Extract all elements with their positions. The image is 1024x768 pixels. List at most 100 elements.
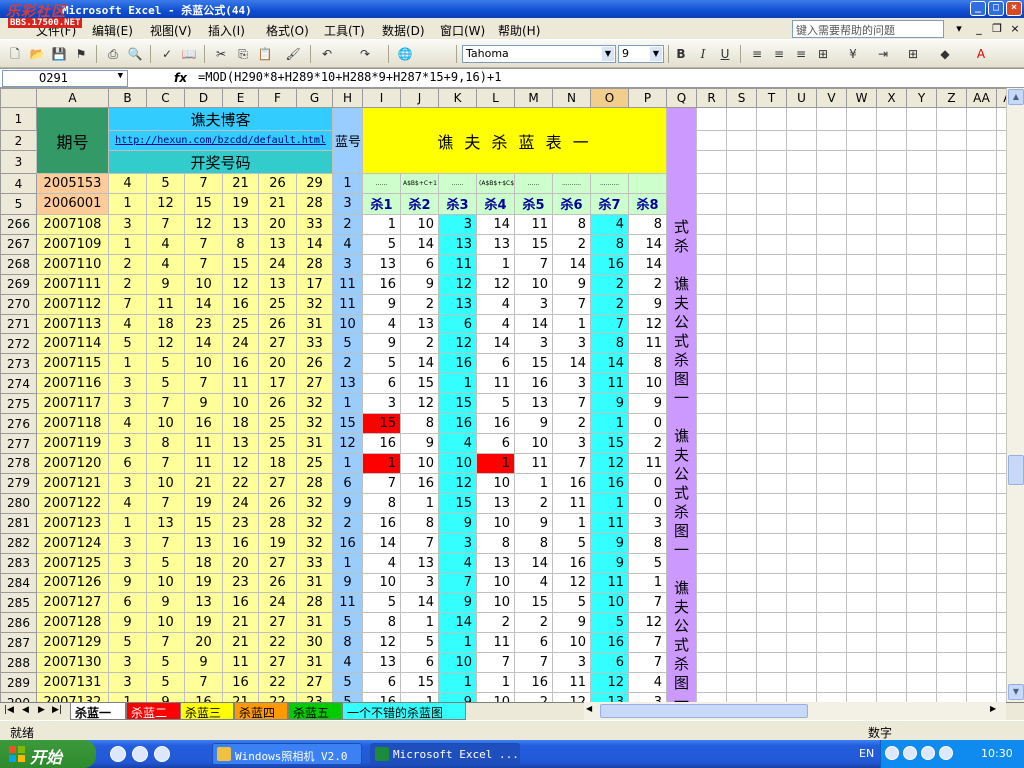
kill-value-cell[interactable]: 10	[476, 692, 515, 702]
empty-cell[interactable]	[786, 293, 817, 315]
empty-cell[interactable]	[876, 612, 907, 634]
empty-cell[interactable]	[786, 692, 817, 702]
empty-cell[interactable]	[966, 572, 997, 594]
kill-value-cell[interactable]: 6	[400, 253, 439, 275]
kill-value-cell[interactable]: 13	[476, 552, 515, 574]
kill-value-cell[interactable]: 13	[362, 652, 401, 674]
kill-value-cell[interactable]: 12	[400, 393, 439, 415]
period-cell[interactable]: 2007109	[36, 233, 109, 255]
empty-cell[interactable]	[966, 173, 997, 194]
empty-cell[interactable]	[996, 492, 1006, 514]
draw-number-cell[interactable]: 31	[296, 652, 333, 674]
empty-cell[interactable]	[936, 472, 967, 494]
kill-value-cell[interactable]: 6	[400, 652, 439, 674]
kill-value-cell[interactable]: 1	[400, 612, 439, 634]
kill-value-cell[interactable]: 8	[628, 532, 667, 554]
kill-value-cell[interactable]: 1	[552, 512, 591, 534]
draw-number-cell[interactable]: 25	[258, 433, 297, 454]
empty-cell[interactable]	[906, 273, 937, 295]
kill-value-cell[interactable]: 10	[400, 453, 439, 474]
scroll-thumb[interactable]	[1008, 455, 1024, 485]
empty-cell[interactable]	[996, 612, 1006, 634]
column-header-h[interactable]: H	[332, 88, 363, 108]
kill-value-cell[interactable]: 5	[362, 592, 401, 614]
kill-value-cell[interactable]: 1	[400, 692, 439, 702]
empty-cell[interactable]	[756, 173, 787, 194]
kill-value-cell[interactable]: 7	[628, 592, 667, 614]
kill-value-cell[interactable]: 1	[476, 672, 515, 694]
row-header[interactable]: 282	[0, 532, 37, 554]
kill-value-cell[interactable]: 2	[590, 273, 629, 295]
empty-cell[interactable]	[756, 512, 787, 534]
draw-number-cell[interactable]: 28	[296, 192, 333, 215]
empty-cell[interactable]	[726, 632, 757, 654]
kill-value-cell[interactable]: 11	[438, 253, 477, 275]
column-header-p[interactable]: P	[628, 88, 667, 108]
draw-number-cell[interactable]: 19	[258, 532, 297, 554]
blue-number-header[interactable]: 蓝号	[332, 106, 363, 175]
kill-value-cell[interactable]: 13	[362, 253, 401, 275]
empty-cell[interactable]	[906, 149, 937, 175]
kill-value-cell[interactable]: 8	[362, 492, 401, 514]
formula-hint-cell[interactable]: A$B$+C+1	[400, 173, 439, 194]
empty-cell[interactable]	[876, 173, 907, 194]
empty-cell[interactable]	[966, 253, 997, 275]
empty-cell[interactable]	[876, 672, 907, 694]
kill-value-cell[interactable]: 7	[552, 393, 591, 415]
draw-number-cell[interactable]: 3	[108, 552, 147, 574]
merge-center-icon[interactable]: ⊞	[814, 46, 832, 62]
kill-value-cell[interactable]: 9	[438, 692, 477, 702]
kill-value-cell[interactable]: 16	[400, 472, 439, 494]
empty-cell[interactable]	[906, 692, 937, 702]
empty-cell[interactable]	[816, 149, 847, 175]
empty-cell[interactable]	[966, 692, 997, 702]
period-cell[interactable]: 2007114	[36, 333, 109, 355]
empty-cell[interactable]	[966, 233, 997, 255]
empty-cell[interactable]	[726, 472, 757, 494]
period-cell[interactable]: 2007117	[36, 393, 109, 415]
menu-tools[interactable]: 工具(T)	[324, 22, 365, 39]
kill-value-cell[interactable]: 3	[362, 393, 401, 415]
draw-number-cell[interactable]: 21	[184, 472, 223, 494]
kill-value-cell[interactable]: 12	[590, 453, 629, 474]
draw-number-cell[interactable]: 10	[146, 612, 185, 634]
kill-value-cell[interactable]: 16	[476, 413, 515, 435]
empty-cell[interactable]	[906, 353, 937, 375]
empty-cell[interactable]	[696, 353, 727, 375]
fx-icon[interactable]: fx	[174, 71, 187, 85]
empty-cell[interactable]	[786, 373, 817, 395]
empty-cell[interactable]	[756, 413, 787, 435]
empty-cell[interactable]	[906, 532, 937, 554]
formula-hint-cell[interactable]: ......	[438, 173, 477, 194]
empty-cell[interactable]	[816, 192, 847, 215]
empty-cell[interactable]	[726, 433, 757, 454]
column-header-s[interactable]: S	[726, 88, 757, 108]
empty-cell[interactable]	[996, 692, 1006, 702]
kill-value-cell[interactable]: 11	[628, 453, 667, 474]
draw-number-cell[interactable]: 7	[146, 453, 185, 474]
empty-cell[interactable]	[786, 333, 817, 355]
empty-cell[interactable]	[876, 492, 907, 514]
doc-restore-button[interactable]: ❐	[990, 22, 1004, 36]
chevron-down-icon[interactable]: ▼	[650, 47, 662, 61]
empty-cell[interactable]	[966, 393, 997, 415]
formula-input[interactable]: =MOD(H290*8+H289*10+H288*9+H287*15+9,16)…	[198, 70, 501, 84]
empty-cell[interactable]	[936, 672, 967, 694]
empty-cell[interactable]	[966, 130, 997, 151]
kill-value-cell[interactable]: 10	[514, 273, 553, 295]
row-header[interactable]: 4	[0, 173, 37, 194]
empty-cell[interactable]	[936, 492, 967, 514]
kill-value-cell[interactable]: 5	[476, 393, 515, 415]
period-cell[interactable]: 2007124	[36, 532, 109, 554]
empty-cell[interactable]	[876, 532, 907, 554]
empty-cell[interactable]	[966, 192, 997, 215]
empty-cell[interactable]	[966, 612, 997, 634]
empty-cell[interactable]	[876, 652, 907, 674]
empty-cell[interactable]	[726, 413, 757, 435]
empty-cell[interactable]	[786, 552, 817, 574]
column-header-j[interactable]: J	[400, 88, 439, 108]
empty-cell[interactable]	[696, 592, 727, 614]
draw-number-cell[interactable]: 29	[296, 173, 333, 194]
empty-cell[interactable]	[846, 333, 877, 355]
kill-value-cell[interactable]: 14	[628, 233, 667, 255]
